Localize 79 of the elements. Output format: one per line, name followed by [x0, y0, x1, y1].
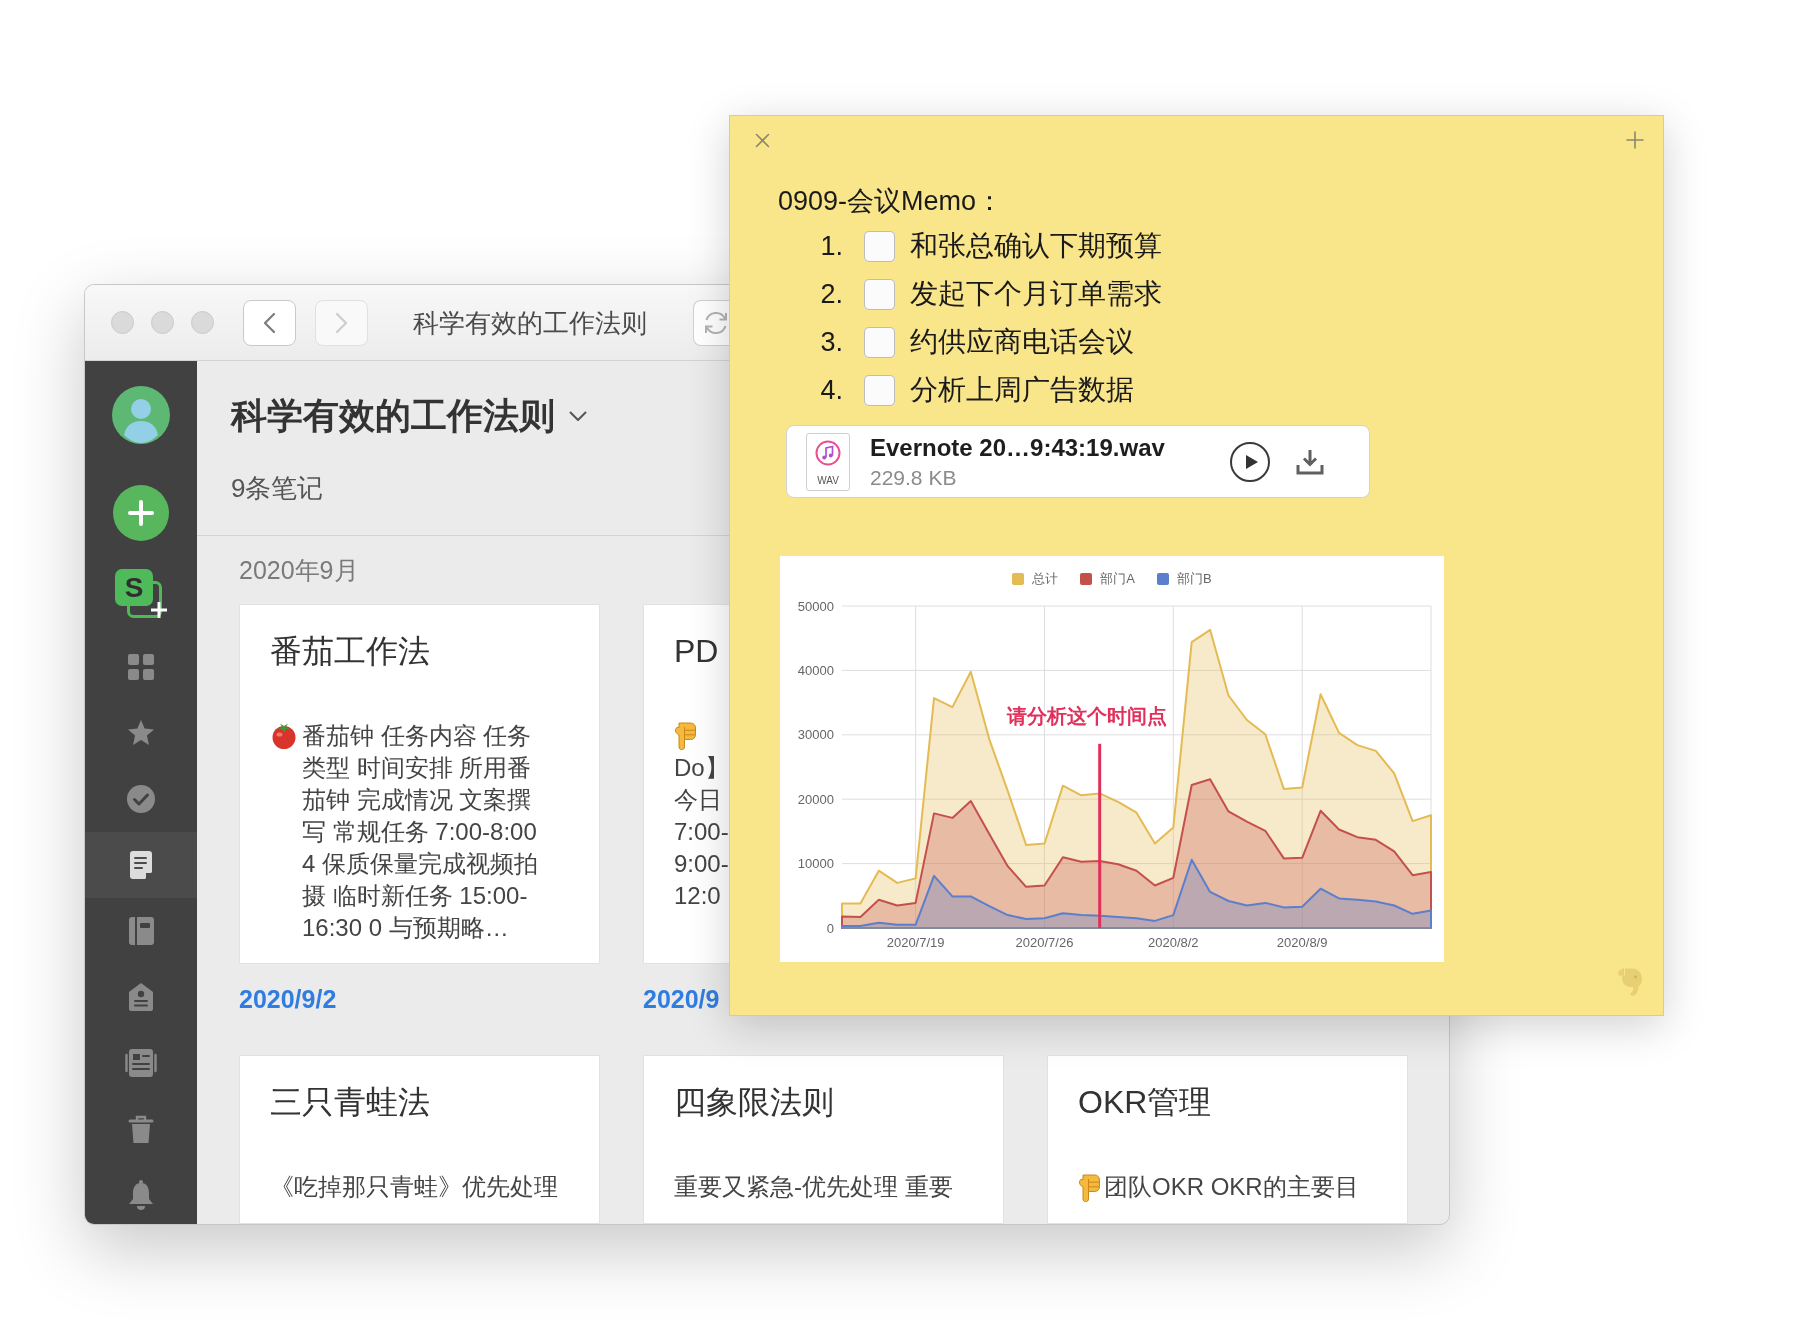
- note-icon: [130, 851, 152, 879]
- y-axis-label: 40000: [797, 662, 834, 678]
- y-axis-label: 10000: [797, 856, 834, 872]
- bell-icon: [128, 1180, 154, 1210]
- note-card[interactable]: 四象限法则 重要又紧急-优先处理 重要: [643, 1055, 1004, 1224]
- chevron-left-icon: [262, 311, 277, 334]
- new-note-button[interactable]: [113, 485, 169, 541]
- chevron-down-icon[interactable]: [569, 410, 587, 422]
- audio-attachment[interactable]: WAV Evernote 20…9:43:19.wav 229.8 KB: [786, 425, 1370, 498]
- task-checkbox[interactable]: [864, 230, 895, 262]
- task-number: 1.: [819, 230, 843, 263]
- notebook-icon: [128, 917, 154, 945]
- plus-icon: [128, 500, 154, 526]
- y-axis-label: 30000: [797, 727, 834, 743]
- task-number: 2.: [819, 278, 843, 311]
- close-icon[interactable]: [755, 132, 770, 148]
- note-preview: 《吃掉那只青蛙》优先处理: [270, 1172, 558, 1202]
- task-text: 和张总确认下期预算: [910, 229, 1162, 263]
- pointing-hand-icon: [1078, 1174, 1100, 1202]
- star-icon: [127, 720, 155, 746]
- play-button[interactable]: [1230, 441, 1270, 482]
- check-circle-icon: [127, 785, 155, 813]
- x-axis-label: 2020/7/19: [886, 935, 945, 950]
- chevron-right-icon: [334, 311, 349, 334]
- month-heading: 2020年9月: [239, 555, 359, 585]
- task-text: 分析上周广告数据: [910, 373, 1134, 407]
- note-title: PD: [674, 632, 719, 671]
- memo-title: 0909-会议Memo：: [778, 185, 1004, 218]
- x-axis-label: 2020/8/9: [1276, 935, 1328, 950]
- tomato-icon: [270, 723, 298, 749]
- space-button[interactable]: S: [115, 569, 153, 606]
- task-checkbox[interactable]: [864, 278, 895, 310]
- trash-icon: [128, 1115, 154, 1143]
- task-checkbox[interactable]: [864, 326, 895, 358]
- music-note-icon: [815, 439, 841, 466]
- legend-label: 部门B: [1177, 571, 1212, 587]
- y-axis-label: 0: [826, 920, 834, 936]
- play-icon: [1245, 454, 1258, 469]
- note-card[interactable]: PD Do】今日7:00-9:00-12:0: [643, 604, 729, 964]
- notebook-title: 科学有效的工作法则: [231, 394, 555, 438]
- task-text: 约供应商电话会议: [910, 325, 1134, 359]
- download-icon: [1296, 448, 1324, 475]
- task-number: 3.: [819, 326, 843, 359]
- sidebar-item[interactable]: [85, 832, 197, 898]
- x-axis-label: 2020/7/26: [1015, 935, 1074, 950]
- avatar[interactable]: [112, 386, 170, 444]
- document-icon: [125, 1049, 157, 1077]
- back-button[interactable]: [243, 299, 296, 346]
- note-preview: 团队OKR OKR的主要目: [1104, 1172, 1359, 1202]
- note-card[interactable]: OKR管理 团队OKR OKR的主要目: [1047, 1055, 1408, 1224]
- grid-icon: [128, 654, 154, 680]
- attachment-name: Evernote 20…9:43:19.wav: [870, 432, 1165, 463]
- y-axis-label: 20000: [797, 791, 834, 807]
- note-preview: 重要又紧急-优先处理 重要: [674, 1172, 953, 1202]
- annotation-label: 请分析这个时间点: [1006, 704, 1167, 727]
- window-title: 科学有效的工作法则: [413, 306, 648, 339]
- note-preview: Do】今日7:00-9:00-12:0: [674, 753, 729, 911]
- elephant-icon: [1617, 967, 1643, 997]
- legend-label: 部门A: [1100, 571, 1135, 587]
- refresh-button[interactable]: [693, 299, 729, 346]
- plus-icon[interactable]: [1626, 131, 1644, 149]
- note-title: 四象限法则: [674, 1083, 834, 1122]
- task-checkbox[interactable]: [864, 374, 895, 406]
- note-title: OKR管理: [1078, 1083, 1212, 1122]
- file-type-label: WAV: [817, 474, 839, 487]
- pointing-hand-icon: [674, 722, 696, 750]
- note-preview: 番茄钟 任务内容 任务类型 时间安排 所用番茄钟 完成情况 文案撰写 常规任务 7:00-8:00 4 保质保量完成视频拍摄 临时新任务 15:00-16:30 0 与预期略…: [302, 721, 539, 943]
- x-axis-label: 2020/8/2: [1148, 935, 1199, 950]
- note-title: 三只青蛙法: [270, 1083, 430, 1122]
- note-title: 番茄工作法: [270, 632, 430, 671]
- note-card[interactable]: 番茄工作法 番茄钟 任务内容 任务类型 时间安排 所用番茄钟 完成情况 文案撰写 常规任务 7:00-8:00 4 保质保量完成视频拍摄 临时新任务 15:00-16:30 0 与预期略…: [239, 604, 600, 964]
- note-card[interactable]: 三只青蛙法 《吃掉那只青蛙》优先处理: [239, 1055, 600, 1224]
- task-text: 发起下个月订单需求: [910, 277, 1162, 311]
- tag-icon: [129, 983, 153, 1011]
- legend-label: 总计: [1032, 571, 1059, 587]
- attachment-size: 229.8 KB: [870, 464, 957, 491]
- task-number: 4.: [819, 374, 843, 407]
- note-count: 9条笔记: [231, 472, 324, 504]
- y-axis-label: 50000: [797, 598, 834, 614]
